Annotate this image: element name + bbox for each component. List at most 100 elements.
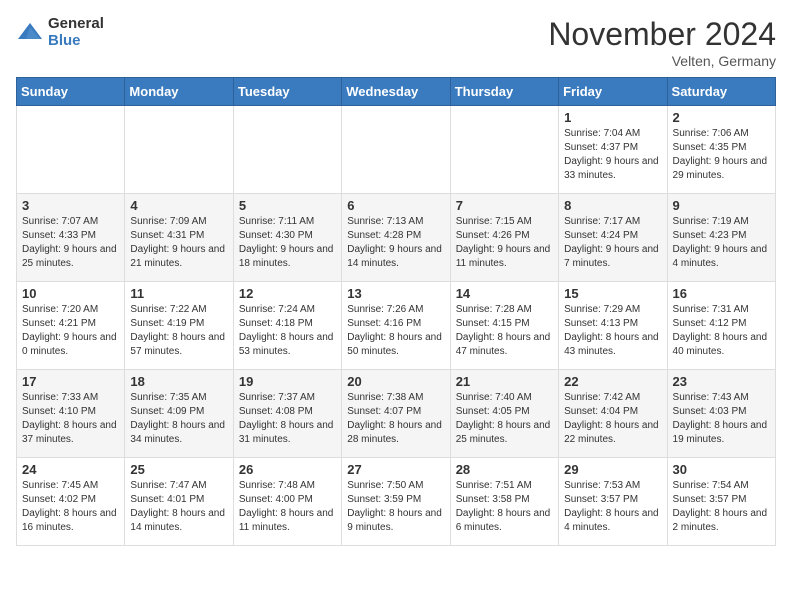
day-info: Sunrise: 7:42 AM Sunset: 4:04 PM Dayligh… [564,391,661,447]
day-number: 23 [673,374,770,389]
day-info: Sunrise: 7:26 AM Sunset: 4:16 PM Dayligh… [347,303,444,359]
day-info: Sunrise: 7:53 AM Sunset: 3:57 PM Dayligh… [564,479,661,535]
day-info: Sunrise: 7:22 AM Sunset: 4:19 PM Dayligh… [130,303,227,359]
weekday-header-monday: Monday [125,78,233,106]
day-info: Sunrise: 7:06 AM Sunset: 4:35 PM Dayligh… [673,127,770,183]
calendar-table: SundayMondayTuesdayWednesdayThursdayFrid… [16,77,776,546]
day-number: 26 [239,462,336,477]
day-info: Sunrise: 7:54 AM Sunset: 3:57 PM Dayligh… [673,479,770,535]
day-info: Sunrise: 7:35 AM Sunset: 4:09 PM Dayligh… [130,391,227,447]
day-number: 2 [673,110,770,125]
day-info: Sunrise: 7:09 AM Sunset: 4:31 PM Dayligh… [130,215,227,271]
day-cell [450,106,558,194]
day-info: Sunrise: 7:04 AM Sunset: 4:37 PM Dayligh… [564,127,661,183]
week-row-5: 24 Sunrise: 7:45 AM Sunset: 4:02 PM Dayli… [17,458,776,546]
day-cell: 23Sunrise: 7:43 AM Sunset: 4:03 PM Dayli… [667,370,775,458]
day-info: Sunrise: 7:51 AM Sunset: 3:58 PM Dayligh… [456,479,553,535]
day-cell: 5Sunrise: 7:11 AM Sunset: 4:30 PM Daylig… [233,194,341,282]
day-cell: 28 Sunrise: 7:51 AM Sunset: 3:58 PM Dayli… [450,458,558,546]
logo-text: General Blue [48,16,104,49]
day-cell: 19Sunrise: 7:37 AM Sunset: 4:08 PM Dayli… [233,370,341,458]
day-cell: 22 Sunrise: 7:42 AM Sunset: 4:04 PM Dayli… [559,370,667,458]
location: Velten, Germany [548,53,776,69]
day-cell: 26Sunrise: 7:48 AM Sunset: 4:00 PM Dayli… [233,458,341,546]
day-info: Sunrise: 7:19 AM Sunset: 4:23 PM Dayligh… [673,215,770,271]
day-cell [125,106,233,194]
day-cell: 24 Sunrise: 7:45 AM Sunset: 4:02 PM Dayli… [17,458,125,546]
day-number: 22 [564,374,661,389]
day-info: Sunrise: 7:33 AM Sunset: 4:10 PM Dayligh… [22,391,119,447]
weekday-header-thursday: Thursday [450,78,558,106]
day-number: 30 [673,462,770,477]
day-info: Sunrise: 7:20 AM Sunset: 4:21 PM Dayligh… [22,303,119,359]
day-cell: 10 Sunrise: 7:20 AM Sunset: 4:21 PM Dayli… [17,282,125,370]
day-number: 21 [456,374,553,389]
day-number: 8 [564,198,661,213]
day-number: 9 [673,198,770,213]
day-number: 15 [564,286,661,301]
day-cell: 6 Sunrise: 7:13 AM Sunset: 4:28 PM Daylig… [342,194,450,282]
day-number: 25 [130,462,227,477]
day-number: 4 [130,198,227,213]
day-cell: 14 Sunrise: 7:28 AM Sunset: 4:15 PM Dayli… [450,282,558,370]
day-cell: 1 Sunrise: 7:04 AM Sunset: 4:37 PM Daylig… [559,106,667,194]
day-info: Sunrise: 7:29 AM Sunset: 4:13 PM Dayligh… [564,303,661,359]
day-cell: 3 Sunrise: 7:07 AM Sunset: 4:33 PM Daylig… [17,194,125,282]
day-number: 3 [22,198,119,213]
weekday-header-tuesday: Tuesday [233,78,341,106]
day-cell: 7Sunrise: 7:15 AM Sunset: 4:26 PM Daylig… [450,194,558,282]
day-info: Sunrise: 7:31 AM Sunset: 4:12 PM Dayligh… [673,303,770,359]
day-info: Sunrise: 7:15 AM Sunset: 4:26 PM Dayligh… [456,215,553,271]
week-row-1: 1 Sunrise: 7:04 AM Sunset: 4:37 PM Daylig… [17,106,776,194]
day-cell [233,106,341,194]
day-info: Sunrise: 7:13 AM Sunset: 4:28 PM Dayligh… [347,215,444,271]
day-info: Sunrise: 7:45 AM Sunset: 4:02 PM Dayligh… [22,479,119,535]
day-number: 19 [239,374,336,389]
day-info: Sunrise: 7:28 AM Sunset: 4:15 PM Dayligh… [456,303,553,359]
day-info: Sunrise: 7:07 AM Sunset: 4:33 PM Dayligh… [22,215,119,271]
day-number: 14 [456,286,553,301]
weekday-header-friday: Friday [559,78,667,106]
day-cell: 9 Sunrise: 7:19 AM Sunset: 4:23 PM Daylig… [667,194,775,282]
weekday-header-sunday: Sunday [17,78,125,106]
day-info: Sunrise: 7:47 AM Sunset: 4:01 PM Dayligh… [130,479,227,535]
day-number: 29 [564,462,661,477]
day-number: 10 [22,286,119,301]
week-row-4: 17 Sunrise: 7:33 AM Sunset: 4:10 PM Dayli… [17,370,776,458]
day-number: 13 [347,286,444,301]
day-cell: 29 Sunrise: 7:53 AM Sunset: 3:57 PM Dayli… [559,458,667,546]
day-cell: 17 Sunrise: 7:33 AM Sunset: 4:10 PM Dayli… [17,370,125,458]
day-number: 6 [347,198,444,213]
day-cell: 13 Sunrise: 7:26 AM Sunset: 4:16 PM Dayli… [342,282,450,370]
logo-icon [16,19,44,47]
day-cell: 12Sunrise: 7:24 AM Sunset: 4:18 PM Dayli… [233,282,341,370]
day-info: Sunrise: 7:11 AM Sunset: 4:30 PM Dayligh… [239,215,336,271]
day-number: 18 [130,374,227,389]
day-cell: 2 Sunrise: 7:06 AM Sunset: 4:35 PM Daylig… [667,106,775,194]
day-number: 1 [564,110,661,125]
day-info: Sunrise: 7:40 AM Sunset: 4:05 PM Dayligh… [456,391,553,447]
day-number: 28 [456,462,553,477]
day-number: 16 [673,286,770,301]
day-number: 12 [239,286,336,301]
day-info: Sunrise: 7:17 AM Sunset: 4:24 PM Dayligh… [564,215,661,271]
week-row-3: 10 Sunrise: 7:20 AM Sunset: 4:21 PM Dayli… [17,282,776,370]
logo-general-text: General [48,16,104,33]
day-cell: 20Sunrise: 7:38 AM Sunset: 4:07 PM Dayli… [342,370,450,458]
day-number: 27 [347,462,444,477]
day-info: Sunrise: 7:50 AM Sunset: 3:59 PM Dayligh… [347,479,444,535]
day-cell: 8 Sunrise: 7:17 AM Sunset: 4:24 PM Daylig… [559,194,667,282]
day-cell: 27 Sunrise: 7:50 AM Sunset: 3:59 PM Dayli… [342,458,450,546]
day-cell: 4 Sunrise: 7:09 AM Sunset: 4:31 PM Daylig… [125,194,233,282]
day-cell: 15 Sunrise: 7:29 AM Sunset: 4:13 PM Dayli… [559,282,667,370]
day-cell [342,106,450,194]
logo: General Blue [16,16,104,49]
page-header: General Blue November 2024 Velten, Germa… [16,16,776,69]
day-number: 17 [22,374,119,389]
day-cell: 16 Sunrise: 7:31 AM Sunset: 4:12 PM Dayli… [667,282,775,370]
day-number: 24 [22,462,119,477]
day-cell: 30 Sunrise: 7:54 AM Sunset: 3:57 PM Dayli… [667,458,775,546]
weekday-header-saturday: Saturday [667,78,775,106]
weekday-header-row: SundayMondayTuesdayWednesdayThursdayFrid… [17,78,776,106]
month-title: November 2024 [548,16,776,53]
